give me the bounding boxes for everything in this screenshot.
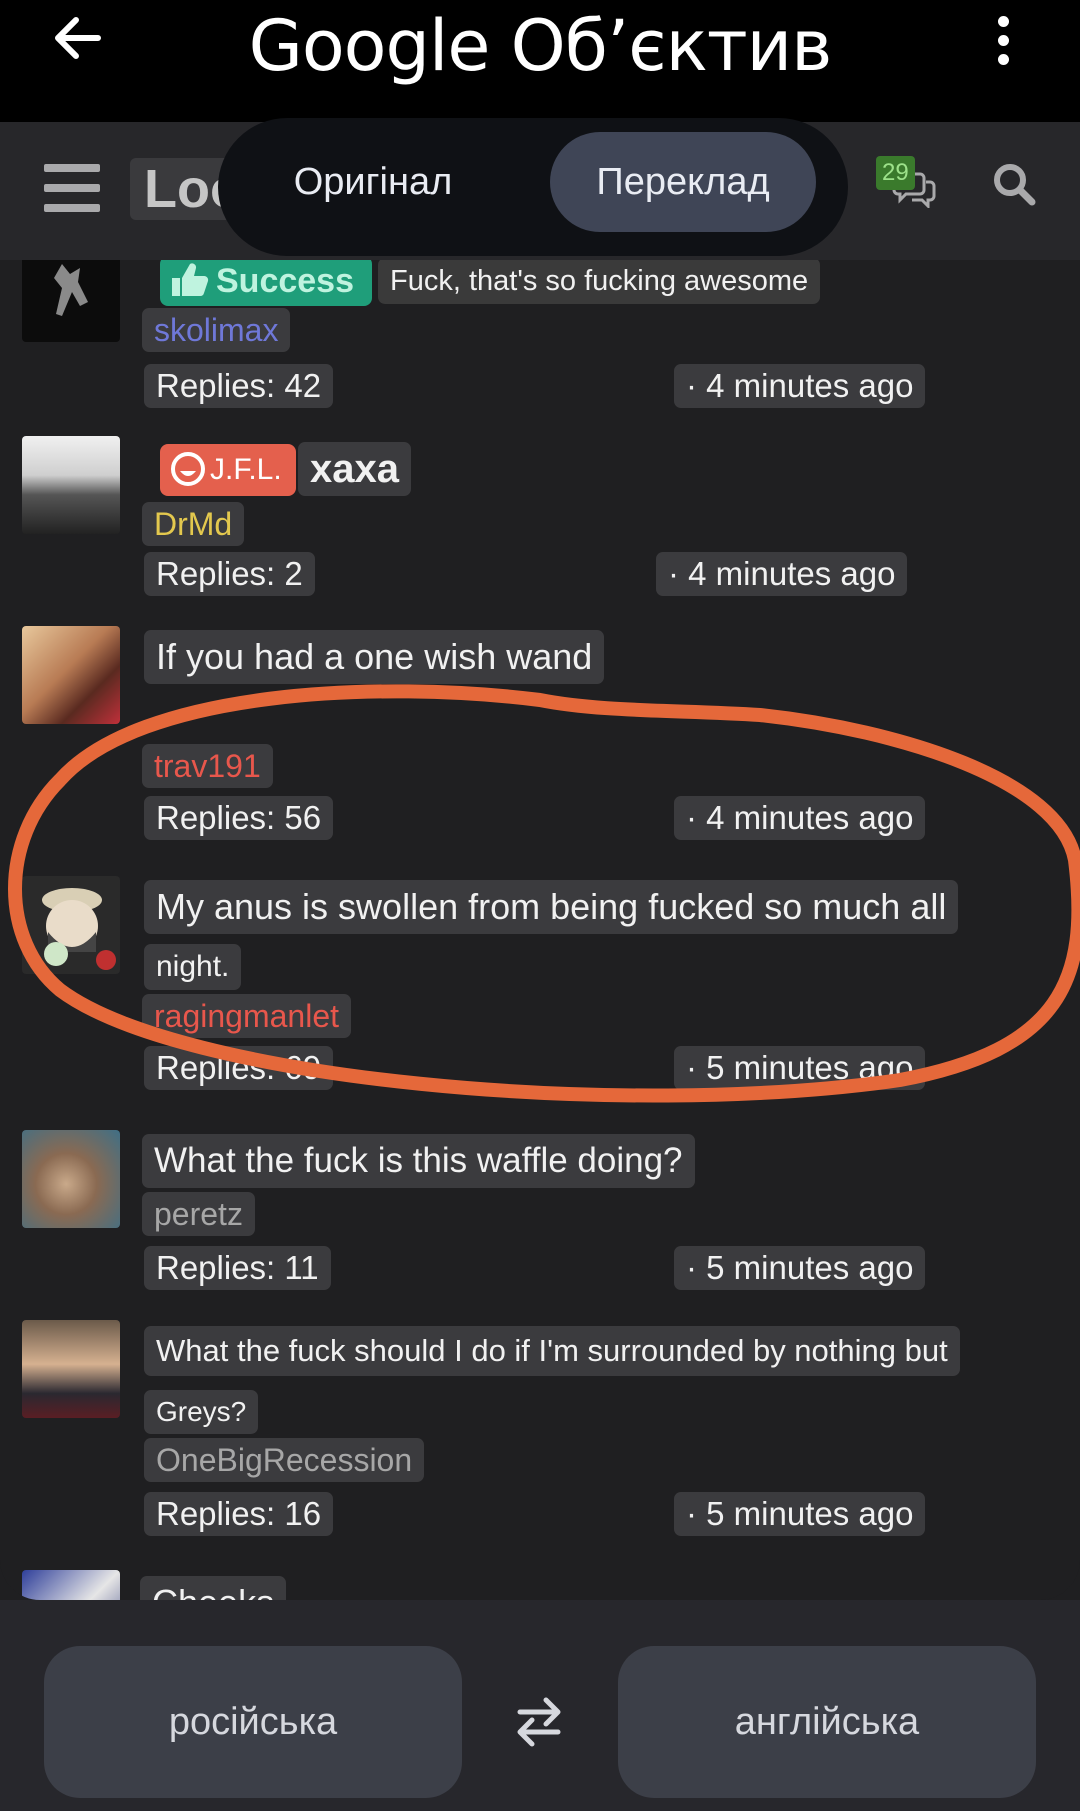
- thread-title-continued[interactable]: night.: [144, 944, 242, 990]
- avatar[interactable]: [22, 436, 120, 534]
- thread-author[interactable]: peretz: [142, 1192, 255, 1236]
- thread-title[interactable]: Fuck, that's so fucking awesome: [378, 260, 821, 304]
- tab-translated[interactable]: Переклад: [550, 132, 816, 232]
- reply-count: Replies: 2: [144, 552, 315, 596]
- source-language-button[interactable]: російська: [44, 1646, 462, 1798]
- timestamp: · 4 minutes ago: [674, 796, 926, 840]
- reply-count: Replies: 56: [144, 796, 334, 840]
- notifications-button[interactable]: 29: [872, 156, 940, 208]
- menu-icon[interactable]: [44, 164, 100, 214]
- notification-count-badge: 29: [876, 156, 915, 190]
- avatar[interactable]: [22, 1570, 120, 1600]
- more-options-icon[interactable]: [985, 10, 1021, 70]
- view-mode-toggle: Оригінал Переклад: [218, 118, 848, 256]
- avatar[interactable]: [22, 876, 120, 974]
- reply-count: Replies: 69: [144, 1046, 334, 1090]
- reply-count: Replies: 42: [144, 364, 334, 408]
- target-language-button[interactable]: англійська: [618, 1646, 1036, 1798]
- thread-author[interactable]: DrMd: [142, 502, 245, 546]
- thread-title[interactable]: If you had a one wish wand: [144, 630, 605, 684]
- lens-title: Google Об’єктив: [248, 5, 833, 87]
- timestamp: · 5 minutes ago: [674, 1046, 926, 1090]
- jfl-badge: J.F.L.: [160, 444, 296, 496]
- thumbs-up-icon: [170, 262, 210, 298]
- lens-top-bar: Google Об’єктив: [0, 0, 1080, 122]
- avatar[interactable]: [22, 1130, 120, 1228]
- reply-count: Replies: 11: [144, 1246, 331, 1290]
- thread-title-continued[interactable]: Greys?: [144, 1390, 259, 1434]
- timestamp: · 5 minutes ago: [674, 1246, 926, 1290]
- timestamp: · 4 minutes ago: [674, 364, 926, 408]
- timestamp: · 5 minutes ago: [674, 1492, 926, 1536]
- avatar[interactable]: [22, 626, 120, 724]
- timestamp: · 4 minutes ago: [656, 552, 908, 596]
- thread-title[interactable]: What the fuck is this waffle doing?: [142, 1134, 695, 1188]
- search-icon[interactable]: [990, 160, 1038, 208]
- thread-title[interactable]: xaxa: [298, 442, 411, 496]
- thread-author[interactable]: skolimax: [142, 308, 291, 352]
- thread-author[interactable]: ragingmanlet: [142, 994, 351, 1038]
- thread-title[interactable]: My anus is swollen from being fucked so …: [144, 880, 959, 934]
- success-badge: Success: [160, 260, 372, 306]
- tab-original[interactable]: Оригінал: [248, 132, 498, 232]
- thread-title[interactable]: What the fuck should I do if I'm surroun…: [144, 1326, 960, 1376]
- swap-languages-icon[interactable]: [508, 1694, 570, 1750]
- thread-author[interactable]: OneBigRecession: [144, 1438, 425, 1482]
- reply-count: Replies: 16: [144, 1492, 334, 1536]
- avatar[interactable]: [22, 260, 120, 342]
- thread-author[interactable]: trav191: [142, 744, 273, 788]
- thread-feed: Success Fuck, that's so fucking awesome …: [0, 260, 1080, 1600]
- avatar[interactable]: [22, 1320, 120, 1418]
- thread-title[interactable]: Cheeks: [140, 1576, 287, 1600]
- laughing-face-icon: [170, 451, 206, 487]
